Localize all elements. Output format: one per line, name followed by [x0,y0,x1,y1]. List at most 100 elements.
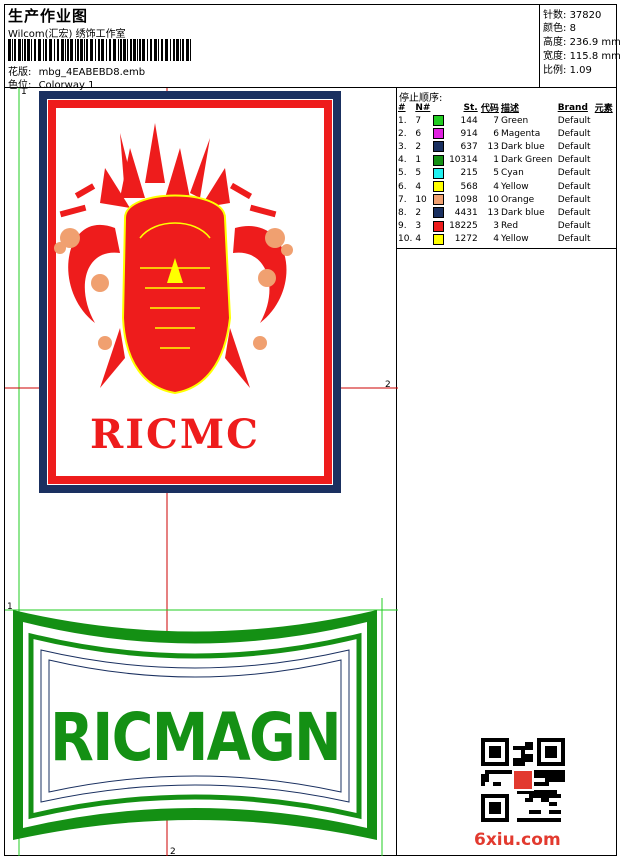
stat-scale: 比例: 1.09 [543,65,592,76]
table-divider [397,248,617,249]
cell-idx: 1. [398,115,407,126]
cell-desc: Magenta [500,128,541,139]
cell-code: 5 [493,168,499,179]
cell-brand: Default [557,168,591,179]
color-swatch-cell [432,220,446,233]
table-row: 9. 3 18225 3 Red Default [397,220,615,233]
element-cell [594,193,615,206]
cell-brand: Default [557,141,591,152]
stat-width: 宽度: 115.8 mm [543,51,620,62]
cell-idx: 9. [398,221,407,232]
marker-1-top: 1 [21,88,27,97]
col-stitches: St. [463,102,478,113]
cell-idx: 6. [398,181,407,192]
top-patch-text: RICMC [90,411,260,458]
cell-st: 215 [460,168,478,179]
bottom-patch: RICMAGN [13,610,377,840]
top-patch: RICMC [39,91,341,493]
table-row: 5. 5 215 5 Cyan Default [397,167,615,180]
cell-st: 637 [460,141,478,152]
cell-st: 1098 [454,194,478,205]
color-swatch [433,233,445,245]
element-cell [594,154,615,167]
color-swatch-cell [432,127,446,140]
cell-code: 13 [487,207,499,218]
color-swatch-cell [432,206,446,219]
cell-brand: Default [557,128,591,139]
col-swatch [432,101,446,114]
cell-idx: 7. [398,194,407,205]
cell-n: 2 [415,141,422,152]
color-swatch [433,220,445,232]
cell-code: 13 [487,141,499,152]
cell-n: 6 [415,128,422,139]
table-header-row: # N# St. 代码 描述 Brand 元素 [397,101,615,115]
cell-code: 4 [493,234,499,245]
col-needle: N# [415,102,431,113]
element-cell [594,127,615,140]
col-brand: Brand [557,102,588,113]
cell-brand: Default [557,115,591,126]
cell-code: 10 [487,194,499,205]
cell-desc: Green [500,115,529,126]
table-row: 1. 7 144 7 Green Default [397,114,615,127]
color-swatch-cell [432,193,446,206]
cell-st: 568 [460,181,478,192]
color-swatch [433,167,445,179]
color-swatch [433,115,445,127]
cell-desc: Orange [500,194,535,205]
element-cell [594,114,615,127]
cell-st: 10314 [449,155,478,166]
col-index: # [398,102,406,113]
stop-sequence-table: # N# St. 代码 描述 Brand 元素 1. 7 144 7 Green Defa… [397,101,615,246]
cell-idx: 4. [398,155,407,166]
element-cell [594,140,615,153]
cell-idx: 10. [398,234,413,245]
cell-n: 7 [415,115,422,126]
color-swatch [433,128,445,140]
design-preview-panel: 1 1 2 2 RICMC RICMAGN [4,88,398,856]
design-canvas: 1 1 2 2 RICMC RICMAGN [5,88,398,856]
bottom-patch-text: RICMAGN [50,699,340,776]
table-row: 2. 6 914 6 Magenta Default [397,127,615,140]
element-cell [594,167,615,180]
cell-code: 6 [493,128,499,139]
cell-idx: 8. [398,207,407,218]
cell-n: 4 [415,234,422,245]
stat-colors: 颜色: 8 [543,23,576,34]
cell-brand: Default [557,221,591,232]
cell-desc: Dark blue [500,207,545,218]
cell-n: 5 [415,168,422,179]
stats-panel: 针数: 37820 颜色: 8 高度: 236.9 mm 宽度: 115.8 m… [539,5,620,87]
watermark: 6xiu.com [474,830,561,850]
color-swatch [433,141,445,153]
cell-st: 18225 [449,221,478,232]
cell-st: 4431 [454,207,478,218]
cell-n: 4 [415,181,422,192]
header-panel: 生产作业图 Wilcom(汇宏) 绣饰工作室 花版: mbg_4EABEBD8.… [4,4,620,91]
color-swatch-cell [432,180,446,193]
table-row: 10. 4 1272 4 Yellow Default [397,233,615,246]
element-cell [594,206,615,219]
cell-brand: Default [557,194,591,205]
color-swatch-cell [432,154,446,167]
color-swatch [433,181,445,193]
col-description: 描述 [500,104,519,114]
page-title: 生产作业图 [8,7,89,25]
marker-1-left: 1 [7,602,13,612]
cell-desc: Red [500,221,519,232]
table-row: 6. 4 568 4 Yellow Default [397,180,615,193]
marker-2-bottom: 2 [170,847,176,856]
element-cell [594,233,615,246]
cell-code: 7 [493,115,499,126]
cell-brand: Default [557,181,591,192]
cell-st: 1272 [454,234,478,245]
cell-n: 1 [415,155,422,166]
element-cell [594,220,615,233]
stat-height: 高度: 236.9 mm [543,37,620,48]
cell-desc: Dark Green [500,155,553,166]
table-row: 7. 10 1098 10 Orange Default [397,193,615,206]
cell-code: 1 [493,155,499,166]
cell-idx: 2. [398,128,407,139]
table-row: 3. 2 637 13 Dark blue Default [397,140,615,153]
